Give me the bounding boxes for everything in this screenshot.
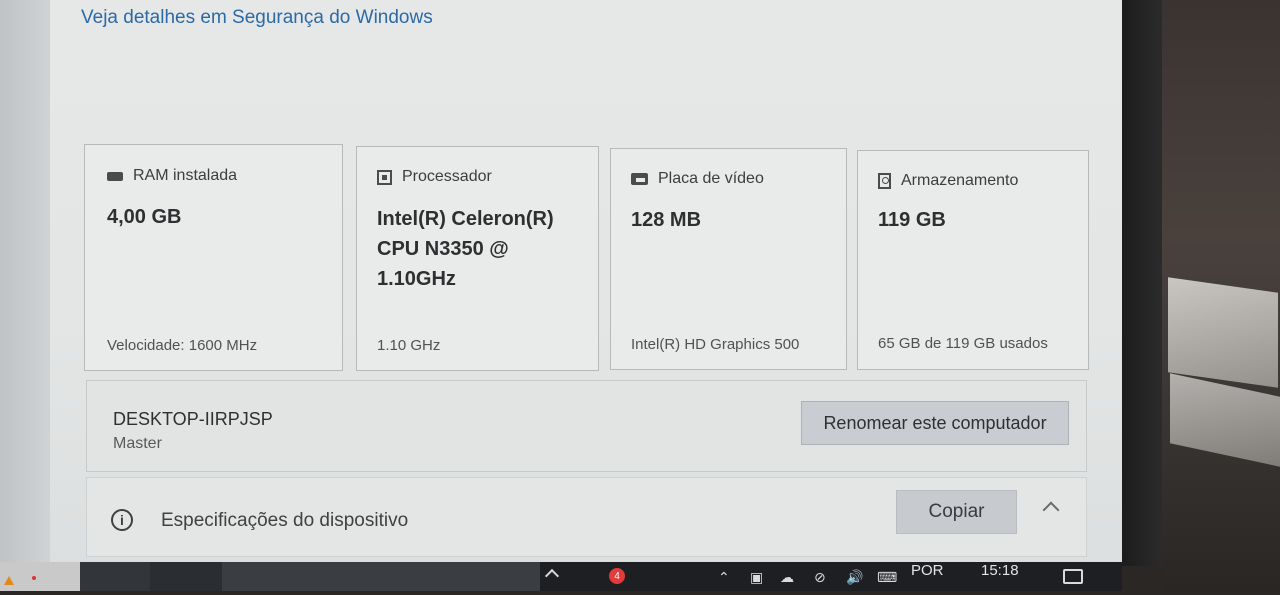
device-specs-title: Especificações do dispositivo (161, 510, 409, 531)
processor-value: Intel(R) Celeron(R) CPU N3350 @ 1.10GHz (377, 208, 554, 290)
device-name: DESKTOP-IIRPJSP (113, 409, 273, 429)
storage-value: 119 GB (878, 209, 946, 231)
storage-label: Armazenamento (901, 172, 1019, 189)
alert-dot-icon (32, 576, 36, 580)
ram-icon (107, 171, 123, 181)
graphics-value: 128 MB (631, 209, 702, 231)
copy-button[interactable]: Copiar (896, 490, 1017, 534)
rename-computer-button[interactable]: Renomear este computador (801, 401, 1069, 445)
ram-card: RAM instalada 4,00 GB Velocidade: 1600 M… (84, 144, 343, 371)
graphics-card-icon (631, 173, 648, 185)
storage-card: Armazenamento 119 GB 65 GB de 119 GB usa… (857, 150, 1089, 370)
ram-label: RAM instalada (133, 167, 238, 184)
processor-icon (377, 169, 392, 185)
processor-speed: 1.10 GHz (377, 337, 441, 354)
ram-speed: Velocidade: 1600 MHz (107, 337, 258, 354)
taskbar-left-segment (0, 562, 80, 591)
graphics-card: Placa de vídeo 128 MB Intel(R) HD Graphi… (610, 148, 847, 370)
background-papers (1168, 277, 1278, 388)
taskbar-app-files[interactable] (80, 562, 201, 591)
ram-value: 4,00 GB (107, 206, 182, 228)
processor-label: Processador (402, 168, 492, 185)
taskbar: ✲ 4 ⌃ ▣ ☁ ⊘ 🔊 ⌨ POR 15:18 (0, 562, 1122, 594)
keyboard-tray-icon[interactable]: ⌨ (877, 570, 897, 584)
collapse-chevron-icon[interactable] (1042, 501, 1060, 519)
device-name-panel: DESKTOP-IIRPJSP Master Renomear este com… (86, 380, 1087, 472)
network-disconnected-icon[interactable]: ⊘ (814, 570, 830, 584)
notification-badge[interactable]: 4 (609, 568, 625, 584)
device-specs-panel[interactable]: i Especificações do dispositivo Copiar (86, 477, 1087, 557)
graphics-adapter: Intel(R) HD Graphics 500 (631, 336, 800, 353)
background-window-edge (0, 0, 50, 566)
taskbar-app-window[interactable] (222, 562, 540, 591)
taskbar-app-settings[interactable]: ✲ (150, 562, 336, 594)
storage-icon (878, 173, 891, 189)
storage-usage: 65 GB de 119 GB usados (878, 335, 1048, 352)
processor-card: Processador Intel(R) Celeron(R) CPU N335… (356, 146, 599, 371)
taskbar-scroll-up-icon[interactable] (544, 568, 560, 584)
clock[interactable]: 15:18 (981, 562, 1019, 579)
monitor-bezel (1122, 0, 1162, 566)
volume-icon[interactable]: 🔊 (846, 570, 863, 584)
device-owner: Master (113, 435, 162, 452)
warning-icon (4, 576, 14, 585)
graphics-label: Placa de vídeo (658, 170, 764, 187)
language-indicator[interactable]: POR (911, 562, 944, 579)
notification-center-icon[interactable] (1063, 569, 1083, 584)
info-icon: i (111, 509, 133, 531)
show-hidden-icons-icon[interactable]: ⌃ (718, 570, 734, 584)
windows-security-link[interactable]: Veja detalhes em Segurança do Windows (81, 7, 433, 29)
cloud-offline-icon[interactable]: ☁ (780, 570, 796, 584)
device-tray-icon[interactable]: ▣ (750, 570, 766, 584)
